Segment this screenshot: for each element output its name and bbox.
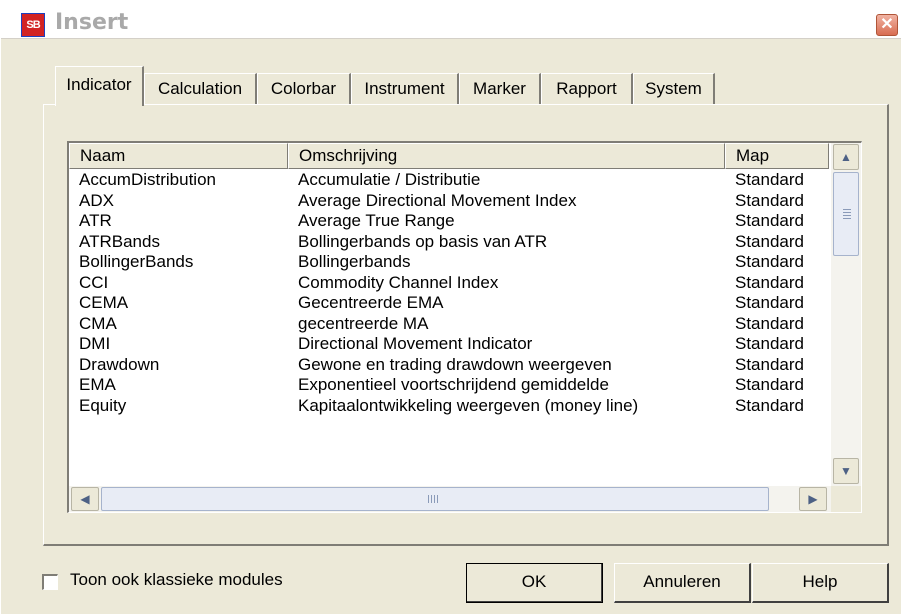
cancel-button[interactable]: Annuleren [614, 563, 751, 603]
list-row[interactable]: EMA Exponentieel voortschrijdend gemidde… [69, 375, 829, 396]
row-naam: CMA [79, 313, 117, 333]
vertical-scroll-thumb[interactable] [833, 172, 859, 256]
list-row[interactable]: CEMA Gecentreerde EMA Standard [69, 293, 829, 314]
row-map: Standard [735, 293, 804, 312]
horizontal-scrollbar[interactable]: ◀ ▶ [69, 486, 831, 512]
scroll-left-button[interactable]: ◀ [71, 487, 99, 511]
grip-line [437, 495, 438, 503]
title-bar[interactable]: SB Insert ✕ [1, 0, 901, 39]
scroll-down-button[interactable]: ▼ [833, 458, 859, 484]
row-naam: EMA [79, 375, 116, 394]
list-row[interactable]: Drawdown Gewone en trading drawdown weer… [69, 355, 829, 376]
row-map: Standard [735, 395, 804, 415]
row-map: Standard [735, 313, 804, 333]
tab-marker[interactable]: Marker [459, 73, 541, 105]
row-naam: BollingerBands [79, 252, 194, 271]
horizontal-scroll-thumb[interactable] [101, 487, 769, 511]
row-naam: AccumDistribution [79, 170, 216, 189]
list-row[interactable]: Equity Kapitaalontwikkeling weergeven (m… [69, 396, 829, 417]
help-button[interactable]: Help [752, 563, 889, 603]
column-header-omschrijving[interactable]: Omschrijving [288, 143, 725, 169]
list-row[interactable]: ADX Average Directional Movement Index S… [69, 191, 829, 212]
list-row[interactable]: BollingerBands Bollingerbands Standard [69, 252, 829, 273]
row-map: Standard [735, 272, 804, 292]
row-omschrijving: Gecentreerde EMA [298, 293, 444, 312]
row-naam: ATR [79, 211, 112, 230]
tab-system[interactable]: System [633, 73, 715, 105]
tab-indicator[interactable]: Indicator [55, 66, 144, 106]
row-omschrijving: Bollingerbands op basis van ATR [298, 231, 548, 251]
list-row[interactable]: ATR Average True Range Standard [69, 211, 829, 232]
grip-line [428, 495, 429, 503]
scroll-right-button[interactable]: ▶ [799, 487, 827, 511]
row-naam: CEMA [79, 293, 129, 312]
list-header: Naam Omschrijving Map [69, 143, 829, 169]
grip-line [431, 495, 432, 503]
row-omschrijving: Kapitaalontwikkeling weergeven (money li… [298, 395, 639, 415]
row-map: Standard [735, 334, 804, 353]
row-naam: CCI [79, 272, 109, 292]
close-button[interactable]: ✕ [876, 14, 898, 36]
list-rows: AccumDistribution Accumulatie / Distribu… [69, 170, 829, 416]
row-omschrijving: Gewone en trading drawdown weergeven [298, 354, 612, 374]
row-naam: Equity [79, 395, 127, 415]
row-omschrijving: gecentreerde MA [298, 313, 429, 333]
classic-modules-checkbox[interactable] [42, 574, 58, 590]
grip-line [843, 212, 851, 213]
list-row[interactable]: CCI Commodity Channel Index Standard [69, 273, 829, 294]
row-naam: DMI [79, 334, 111, 353]
indicator-list[interactable]: Naam Omschrijving Map AccumDistribution … [67, 141, 862, 513]
tab-calculation[interactable]: Calculation [144, 73, 257, 105]
tab-colorbar[interactable]: Colorbar [257, 73, 351, 105]
list-row[interactable]: CMA gecentreerde MA Standard [69, 314, 829, 335]
grip-line [843, 215, 851, 216]
list-row[interactable]: DMI Directional Movement Indicator Stand… [69, 334, 829, 355]
row-naam: ATRBands [79, 231, 160, 251]
row-map: Standard [735, 170, 804, 189]
grip-line [843, 218, 851, 219]
row-omschrijving: Bollingerbands [298, 252, 411, 271]
column-header-naam[interactable]: Naam [69, 143, 288, 169]
row-naam: ADX [79, 190, 114, 210]
scroll-up-button[interactable]: ▲ [833, 144, 859, 170]
list-row[interactable]: AccumDistribution Accumulatie / Distribu… [69, 170, 829, 191]
tab-instrument[interactable]: Instrument [351, 73, 459, 105]
row-omschrijving: Commodity Channel Index [298, 272, 499, 292]
scrollbar-corner [831, 486, 861, 512]
vertical-scrollbar[interactable]: ▲ ▼ [831, 143, 861, 486]
insert-dialog: SB Insert ✕ Indicator Calculation Colorb… [0, 0, 901, 614]
row-map: Standard [735, 211, 804, 230]
grip-line [843, 209, 851, 210]
ok-button[interactable]: OK [466, 563, 603, 603]
app-logo-icon: SB [21, 13, 45, 37]
row-map: Standard [735, 231, 804, 251]
column-header-map[interactable]: Map [725, 143, 829, 169]
row-naam: Drawdown [79, 354, 160, 374]
grip-line [434, 495, 435, 503]
row-omschrijving: Accumulatie / Distributie [298, 170, 481, 189]
tab-rapport[interactable]: Rapport [541, 73, 633, 105]
list-row[interactable]: ATRBands Bollingerbands op basis van ATR… [69, 232, 829, 253]
classic-modules-label[interactable]: Toon ook klassieke modules [70, 570, 283, 590]
row-omschrijving: Exponentieel voortschrijdend gemiddelde [298, 375, 609, 394]
row-omschrijving: Average Directional Movement Index [298, 190, 577, 210]
window-title: Insert [55, 10, 129, 35]
row-map: Standard [735, 354, 804, 374]
row-map: Standard [735, 190, 804, 210]
row-map: Standard [735, 375, 804, 394]
row-omschrijving: Directional Movement Indicator [298, 334, 533, 353]
row-omschrijving: Average True Range [298, 211, 455, 230]
row-map: Standard [735, 252, 804, 271]
